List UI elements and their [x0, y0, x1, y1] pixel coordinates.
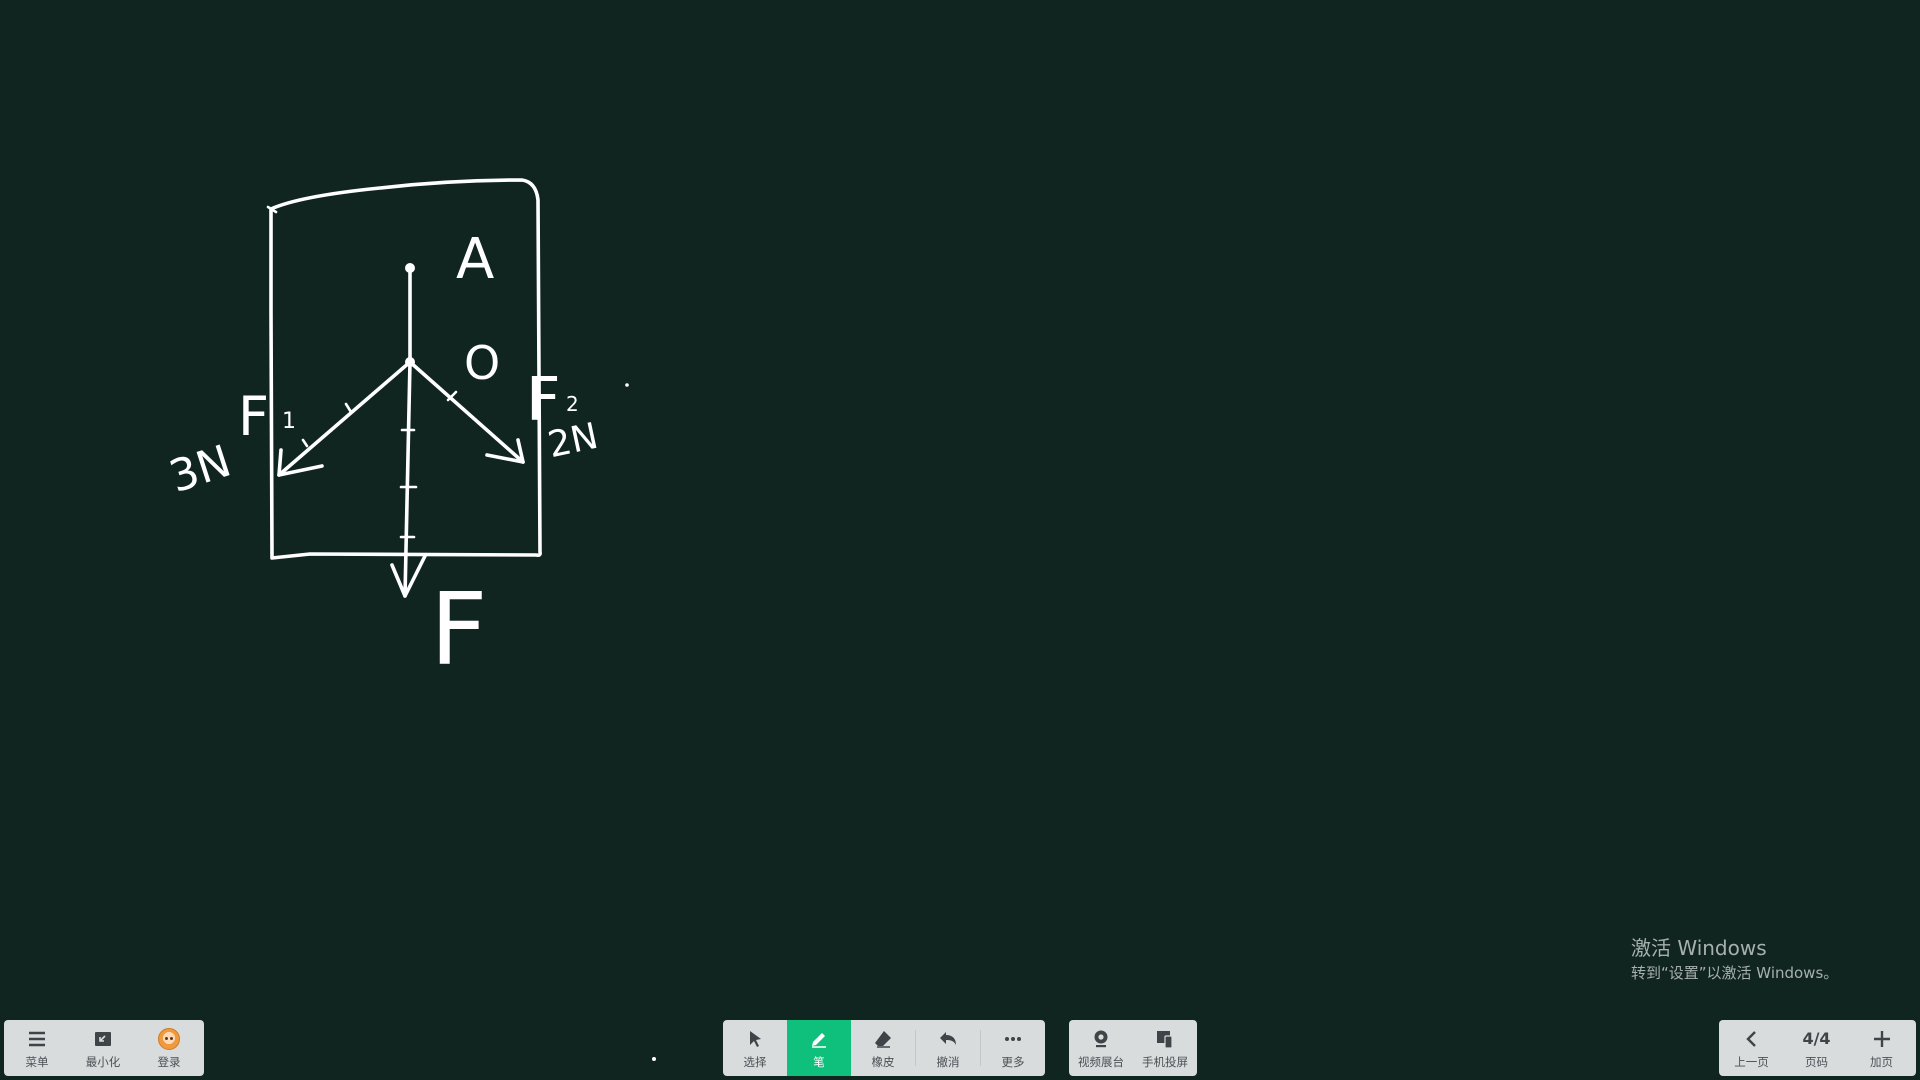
label-a: A: [456, 227, 494, 292]
windows-activation-watermark: 激活 Windows 转到“设置”以激活 Windows。: [1631, 935, 1838, 983]
login-label: 登录: [157, 1054, 181, 1069]
drawing-toolbar: 选择 笔 橡皮 撤消 更多: [723, 1020, 1045, 1076]
watermark-subtitle: 转到“设置”以激活 Windows。: [1631, 964, 1839, 982]
left-toolbar: 菜单 最小化 登录: [4, 1020, 204, 1076]
previous-page-label: 上一页: [1734, 1054, 1769, 1069]
whiteboard-canvas[interactable]: A O F F 1 3N F 2 2N: [0, 0, 1920, 1080]
undo-button[interactable]: 撤消: [916, 1020, 980, 1076]
label-o: O: [464, 336, 500, 390]
pen-icon: [807, 1027, 831, 1051]
arrow-f-head: [390, 554, 427, 598]
hamburger-icon: [25, 1027, 49, 1051]
avatar-icon: [158, 1027, 180, 1050]
f1-tick-2: [301, 438, 309, 448]
more-button[interactable]: 更多: [981, 1020, 1045, 1076]
cursor-icon: [743, 1027, 767, 1051]
pen-tool-button[interactable]: 笔: [787, 1020, 851, 1076]
eraser-icon: [871, 1027, 895, 1051]
phone-cast-label: 手机投屏: [1142, 1054, 1188, 1069]
select-tool-button[interactable]: 选择: [723, 1020, 787, 1076]
label-force-f1-sub: 1: [282, 409, 296, 434]
select-tool-label: 选择: [743, 1054, 767, 1069]
label-force-f: F: [430, 571, 488, 688]
minimize-icon: [91, 1027, 115, 1051]
more-icon: [1001, 1027, 1025, 1051]
label-force-f2-sub: 2: [566, 392, 579, 416]
eraser-tool-button[interactable]: 橡皮: [851, 1020, 915, 1076]
chevron-left-icon: [1740, 1027, 1764, 1051]
phone-cast-icon: [1153, 1027, 1177, 1051]
add-page-button[interactable]: 加页: [1849, 1020, 1914, 1076]
page-counter: 4/4: [1802, 1028, 1831, 1048]
more-label: 更多: [1001, 1054, 1025, 1069]
camera-icon: [1089, 1027, 1113, 1051]
minimize-button[interactable]: 最小化: [70, 1020, 136, 1076]
undo-label: 撤消: [936, 1054, 960, 1069]
add-page-label: 加页: [1870, 1054, 1893, 1069]
minimize-label: 最小化: [85, 1054, 121, 1069]
label-force-f2-magnitude: 2N: [544, 416, 601, 466]
menu-label: 菜单: [25, 1054, 49, 1069]
plus-icon: [1870, 1027, 1894, 1051]
video-booth-label: 视频展台: [1078, 1054, 1124, 1069]
login-button[interactable]: 登录: [136, 1020, 202, 1076]
f1-tick-1: [344, 402, 353, 414]
page-toolbar: 上一页 4/4 页码 加页: [1719, 1020, 1916, 1076]
label-force-f1-magnitude: 3N: [163, 436, 237, 503]
previous-page-button[interactable]: 上一页: [1719, 1020, 1784, 1076]
arrow-f1-shaft: [277, 360, 412, 477]
stray-ink-dot: [625, 383, 629, 387]
menu-button[interactable]: 菜单: [4, 1020, 70, 1076]
page-number-label: 页码: [1805, 1054, 1828, 1069]
phone-cast-button[interactable]: 手机投屏: [1133, 1020, 1197, 1076]
watermark-title: 激活 Windows: [1631, 936, 1767, 960]
label-force-f1: F: [238, 385, 269, 448]
page-number-button[interactable]: 4/4 页码: [1784, 1020, 1849, 1076]
arrow-f-shaft: [403, 360, 412, 598]
video-booth-button[interactable]: 视频展台: [1069, 1020, 1133, 1076]
pen-tool-label: 笔: [813, 1054, 825, 1069]
undo-icon: [936, 1027, 960, 1051]
screen-toolbar: 视频展台 手机投屏: [1069, 1020, 1197, 1076]
canvas-dot: [652, 1057, 656, 1061]
eraser-tool-label: 橡皮: [871, 1054, 895, 1069]
